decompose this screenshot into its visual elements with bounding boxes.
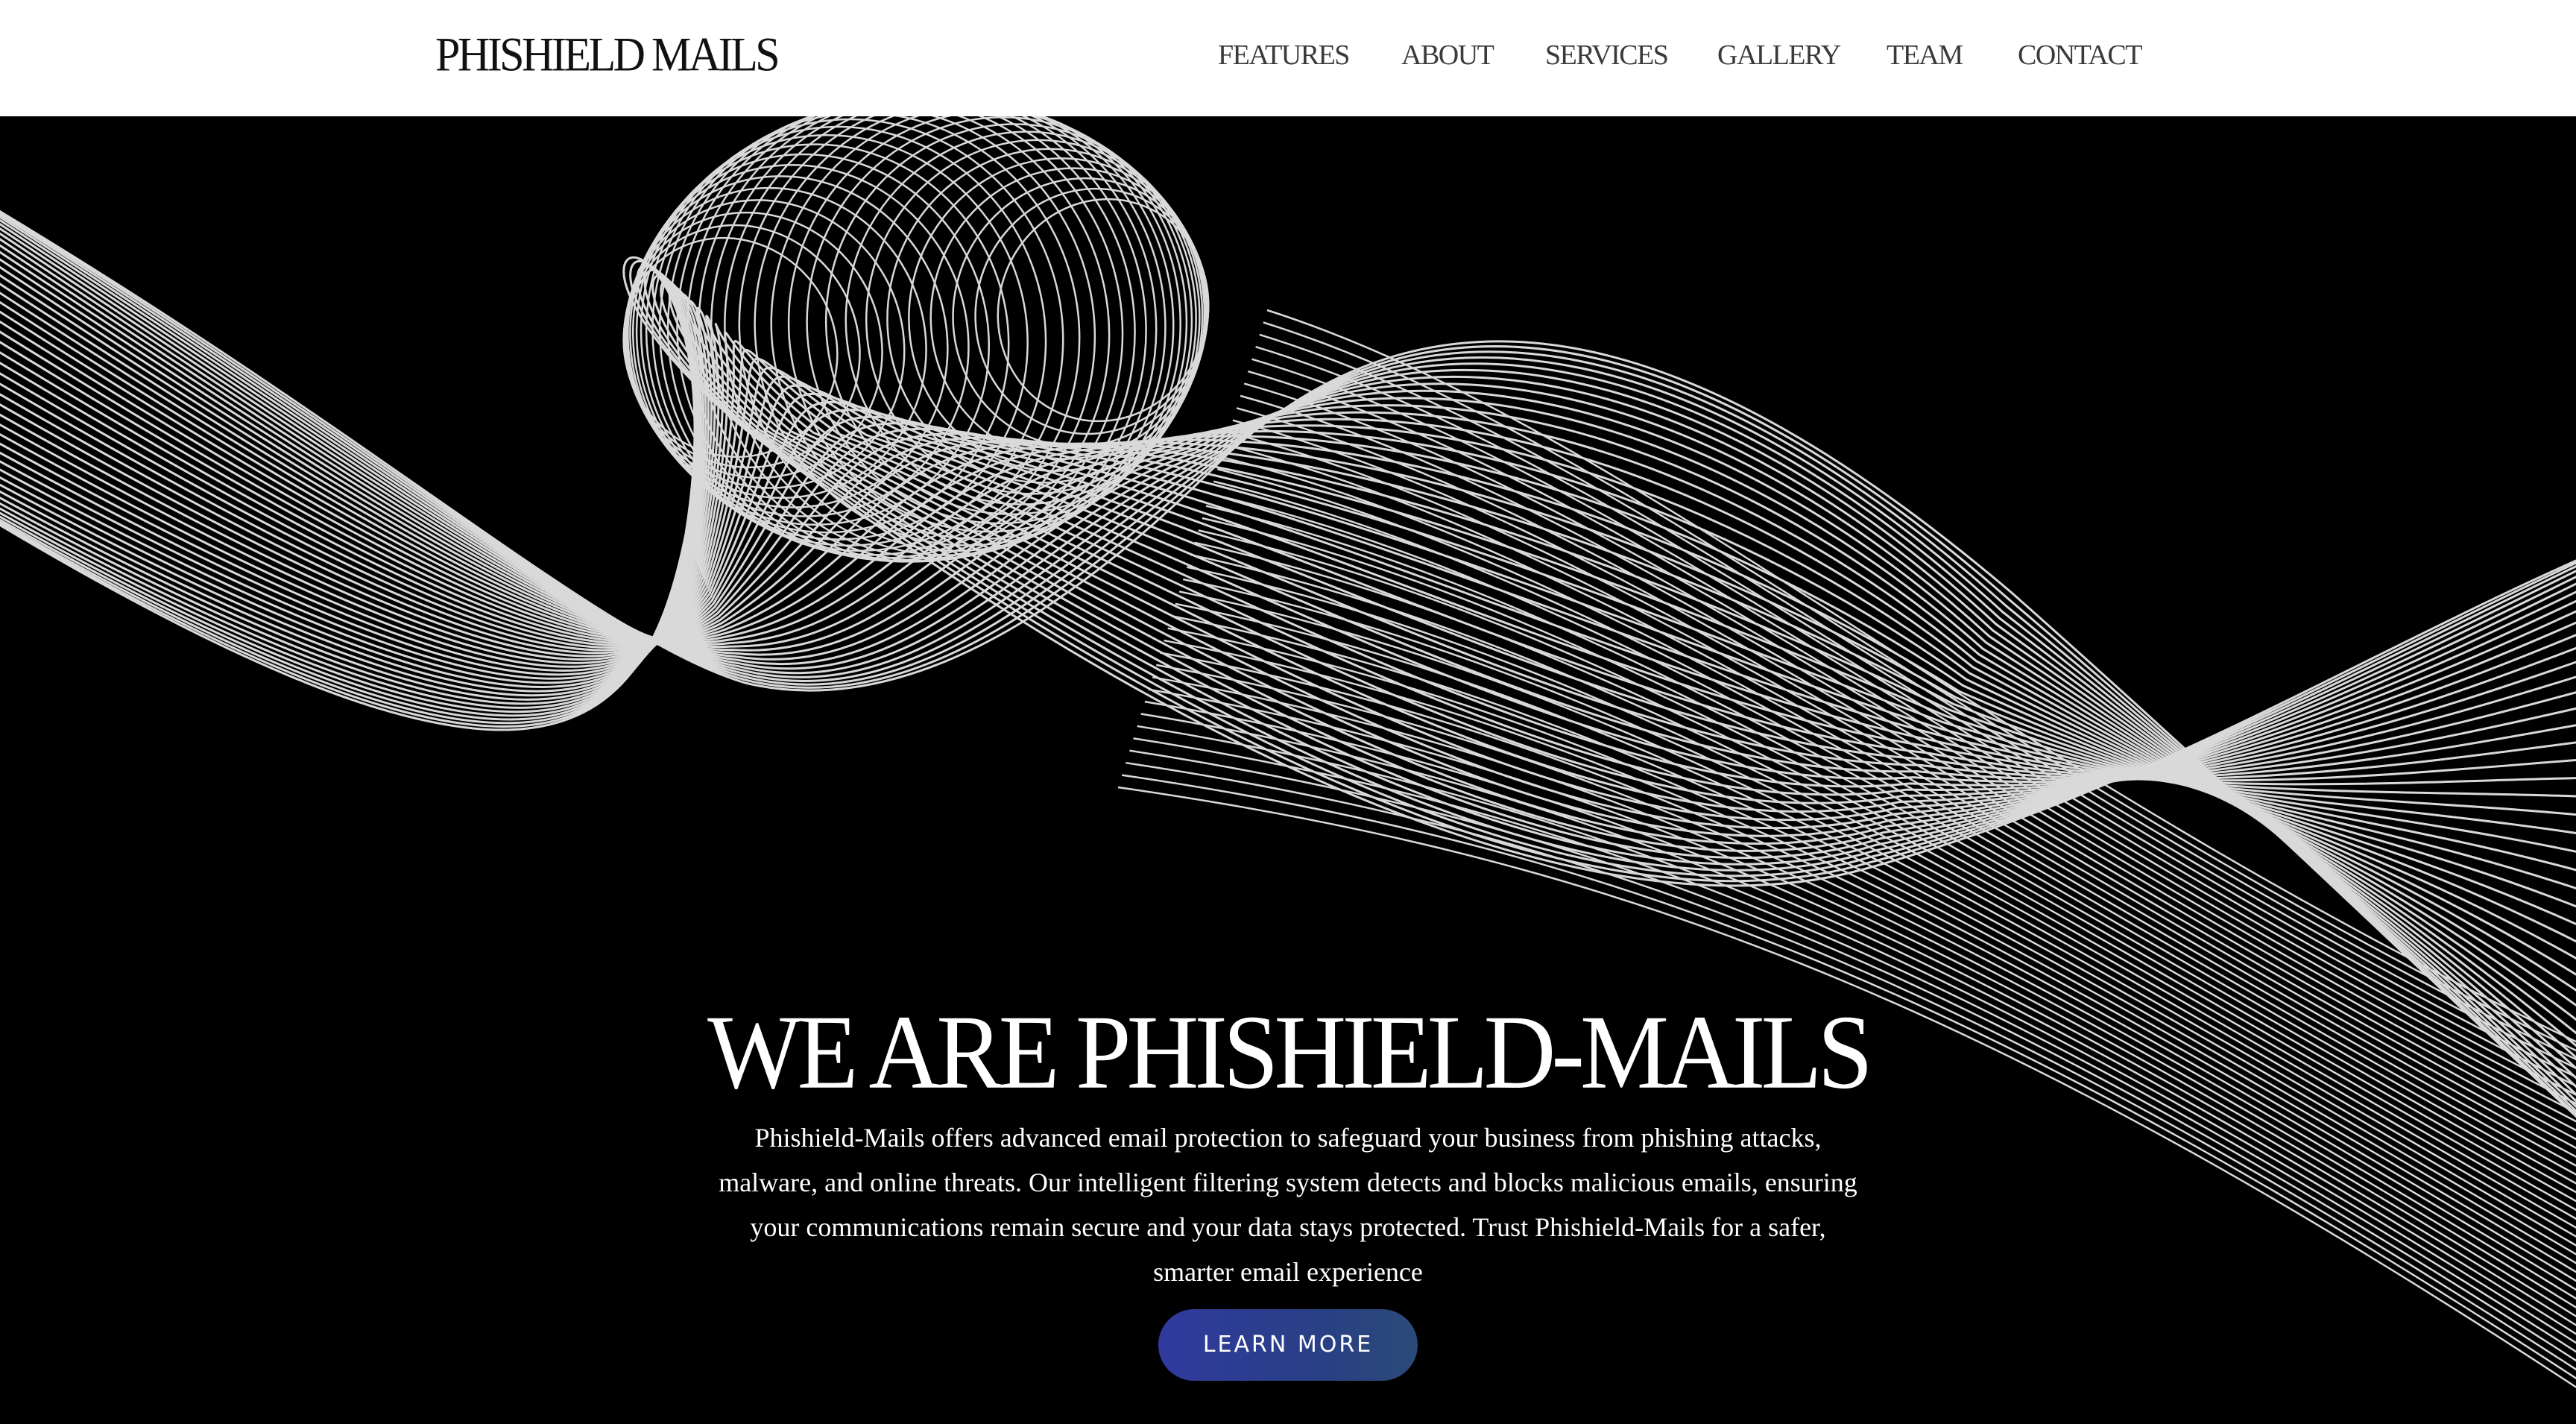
wave-loop [627,164,970,517]
nav-link-features[interactable]: FEATURES [1218,37,1350,73]
nav-link-services[interactable]: SERVICES [1545,37,1669,73]
nav-link-about[interactable]: ABOUT [1401,37,1494,73]
hero-description: Phishield-Mails offers advanced email pr… [719,1123,1857,1287]
nav-link-team[interactable]: TEAM [1887,37,1963,73]
wave-line [0,259,2576,883]
nav-link-gallery[interactable]: GALLERY [1717,37,1841,73]
hero-section: WE ARE PHISHIELD-MAILS Phishield-Mails o… [0,116,2576,1424]
nav-link-contact[interactable]: CONTACT [2018,37,2142,73]
main-nav: FEATURES ABOUT SERVICES GALLERY TEAM CON… [1185,0,2147,116]
learn-more-button[interactable]: LEARN MORE [1158,1309,1418,1381]
wave-line [1266,309,2576,1043]
wave-line [0,351,2576,872]
hero-title: WE ARE PHISHIELD-MAILS [707,993,1873,1111]
site-logo[interactable]: PHISHIELD MAILS [435,24,780,85]
site-header: PHISHIELD MAILS FEATURES ABOUT SERVICES … [0,0,2576,116]
wave-line [0,258,2576,1035]
wave-line [0,384,2576,782]
